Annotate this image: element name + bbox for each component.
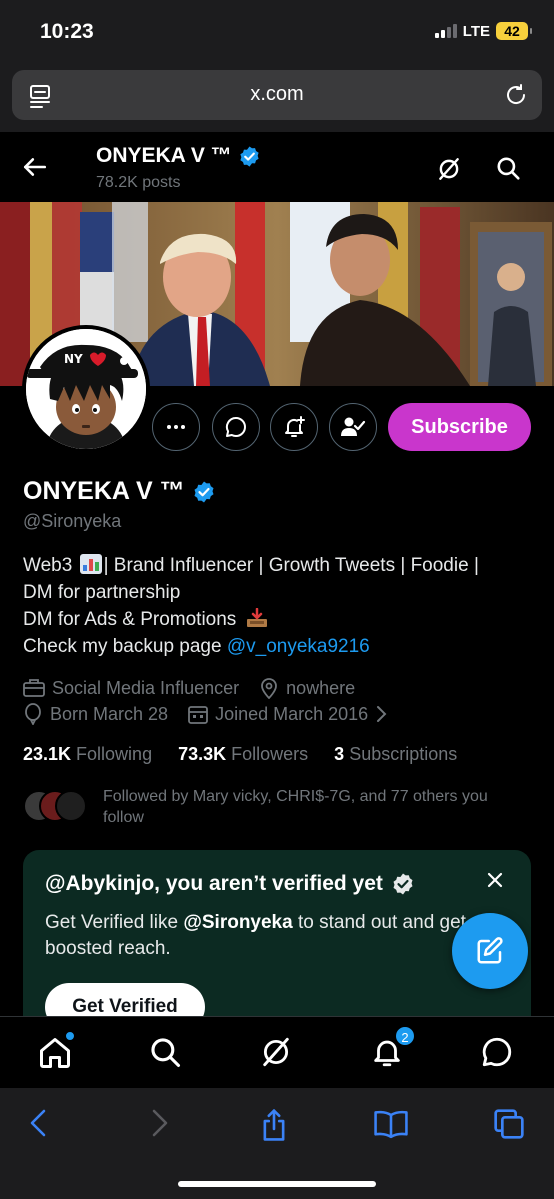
avatar	[55, 790, 87, 822]
header-title: ONYEKA V ™	[96, 144, 261, 168]
tab-search[interactable]	[148, 1035, 184, 1071]
back-arrow-icon[interactable]	[22, 154, 48, 180]
close-icon[interactable]	[487, 872, 503, 888]
following-button[interactable]	[329, 403, 377, 451]
chart-emoji-icon	[79, 554, 102, 574]
meta-category: Social Media Influencer	[23, 678, 239, 699]
compose-button[interactable]	[452, 913, 528, 989]
notify-button[interactable]	[270, 403, 318, 451]
profile-handle: @Sironyeka	[23, 511, 122, 531]
subscriptions-link[interactable]: 3 Subscriptions	[334, 744, 457, 765]
profile-bio: Web3 | Brand Influencer | Growth Tweets …	[23, 552, 533, 660]
chevron-right-icon	[377, 706, 387, 722]
following-label: Following	[76, 744, 153, 764]
more-icon	[167, 425, 185, 429]
meta-location-text: nowhere	[286, 677, 356, 698]
promo-title-row: @Abykinjo, you aren’t verified yet	[45, 872, 415, 896]
home-indicator	[178, 1181, 376, 1187]
profile-avatar[interactable]: NY	[22, 325, 150, 453]
back-icon[interactable]	[28, 1108, 50, 1138]
bio-line-1: Web3	[23, 555, 73, 576]
chat-icon	[482, 1037, 512, 1067]
reload-icon[interactable]	[504, 82, 528, 108]
avatar-image: NY	[26, 329, 146, 449]
status-time: 10:23	[40, 20, 94, 43]
followed-by-text: Followed by Mary vicky, CHRI$-7G, and 77…	[103, 788, 488, 826]
search-icon[interactable]	[495, 155, 521, 181]
profile-name-row: ONYEKA V ™	[23, 477, 216, 506]
browser-toolbar: x.com	[0, 62, 554, 132]
address-bar[interactable]: x.com	[12, 70, 542, 120]
bottom-tab-bar: 2	[0, 1016, 554, 1088]
header-name: ONYEKA V ™	[96, 144, 232, 167]
following-count: 23.1K	[23, 744, 72, 764]
browser-bottom-bar	[0, 1088, 554, 1199]
bio-line-1-rest: | Brand Influencer | Growth Tweets | Foo…	[103, 555, 479, 576]
profile-name: ONYEKA V ™	[23, 477, 185, 505]
meta-born-text: Born March 28	[50, 703, 169, 724]
notify-icon	[285, 416, 305, 437]
follow-stats: 23.1K Following 73.3K Followers 3 Subscript…	[23, 744, 457, 765]
tabs-icon[interactable]	[493, 1108, 525, 1140]
meta-location: nowhere	[259, 677, 355, 699]
verified-icon[interactable]	[192, 480, 216, 504]
subscribe-button[interactable]: Subscribe	[388, 403, 531, 451]
bio-line-3: DM for Ads & Promotions	[23, 609, 237, 630]
status-indicators: LTE 42	[434, 22, 532, 40]
briefcase-icon	[23, 679, 45, 697]
meta-joined-text: Joined March 2016	[215, 703, 369, 724]
bio-line-2: DM for partnership	[23, 582, 181, 603]
home-badge-dot	[65, 1031, 75, 1041]
tab-home[interactable]	[37, 1031, 75, 1071]
svg-text:NY: NY	[64, 352, 83, 366]
following-link[interactable]: 23.1K Following	[23, 744, 152, 765]
followed-by-avatars	[23, 790, 87, 822]
status-bar: 10:23 LTE 42	[0, 0, 554, 62]
location-icon	[261, 678, 278, 699]
search-icon	[151, 1038, 181, 1068]
promo-text-handle: @Sironyeka	[183, 912, 293, 933]
bio-line-4: Check my backup page	[23, 636, 227, 657]
compose-icon	[477, 937, 503, 964]
verified-outline-icon	[393, 873, 413, 895]
battery-icon: 42	[496, 22, 532, 40]
followers-count: 73.3K	[178, 744, 227, 764]
promo-title: @Abykinjo, you aren’t verified yet	[45, 872, 383, 895]
more-button[interactable]	[152, 403, 200, 451]
bookmarks-icon[interactable]	[373, 1108, 409, 1140]
promo-text: Get Verified like @Sironyeka to stand ou…	[45, 910, 485, 962]
profile-meta-row-1: Social Media Influencer nowhere	[23, 677, 355, 699]
signal-icon	[434, 24, 457, 38]
subscriptions-label: Subscriptions	[349, 744, 458, 764]
url-text[interactable]: x.com	[12, 83, 542, 106]
subscriptions-count: 3	[334, 744, 345, 764]
avatar: NY	[26, 329, 146, 449]
meta-category-text: Social Media Influencer	[52, 677, 240, 698]
message-button[interactable]	[212, 403, 260, 451]
calendar-icon	[188, 706, 208, 724]
forward-icon[interactable]	[148, 1108, 170, 1138]
message-icon	[225, 416, 246, 438]
tab-notifications[interactable]: 2	[370, 1025, 416, 1071]
balloon-icon	[25, 703, 41, 725]
follow-check-icon	[341, 417, 366, 436]
profile-meta-row-2: Born March 28 Joined March 2016	[23, 703, 387, 725]
tab-messages[interactable]	[480, 1035, 516, 1071]
notifications-badge: 2	[394, 1025, 416, 1047]
verified-icon	[240, 145, 259, 167]
tab-grok[interactable]	[259, 1035, 295, 1071]
followers-link[interactable]: 73.3K Followers	[178, 744, 308, 765]
profile-header: ONYEKA V ™ 78.2K posts	[0, 132, 554, 202]
grok-icon[interactable]	[436, 156, 462, 182]
followers-label: Followers	[231, 744, 309, 764]
meta-born: Born March 28	[23, 703, 168, 725]
promo-text-prefix: Get Verified like	[45, 912, 184, 933]
bio-backup-link[interactable]: @v_onyeka9216	[227, 636, 370, 657]
network-type: LTE	[462, 22, 490, 40]
inbox-tray-emoji-icon	[246, 608, 267, 627]
header-posts: 78.2K posts	[96, 174, 181, 191]
meta-joined[interactable]: Joined March 2016	[188, 704, 387, 725]
grok-icon	[263, 1037, 289, 1067]
share-icon[interactable]	[258, 1108, 290, 1142]
